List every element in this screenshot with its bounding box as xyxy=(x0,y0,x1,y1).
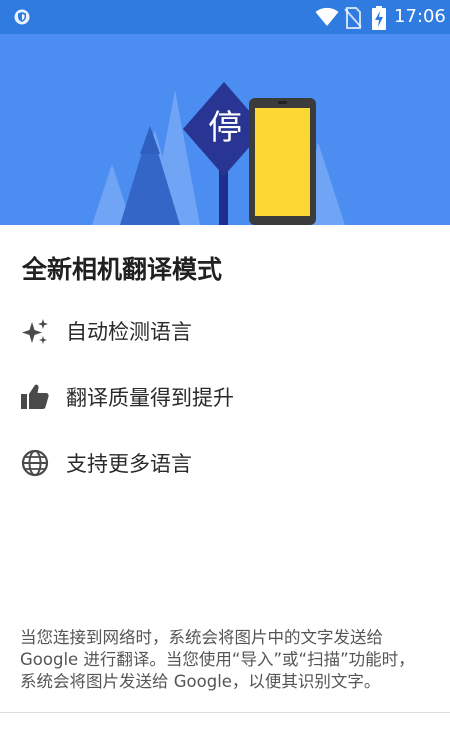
phone-speaker xyxy=(278,101,287,104)
thumbs-up-icon xyxy=(20,382,50,412)
status-bar: 17:06 xyxy=(0,0,450,34)
wifi-icon xyxy=(315,7,339,31)
battery-charging-icon xyxy=(372,6,386,34)
feature-label: 翻译质量得到提升 xyxy=(66,386,234,410)
sign-text: 停 xyxy=(208,108,242,148)
privacy-notice-line: Google 进行翻译。当您使用“导入”或“扫描”功能时， xyxy=(20,650,415,669)
sparkle-icon xyxy=(20,316,50,346)
privacy-notice-line: 系统会将图片发送给 Google，以便其识别文字。 xyxy=(20,672,381,691)
bottom-divider xyxy=(0,712,450,713)
feature-item-auto-detect: 自动检测语言 xyxy=(20,311,430,351)
phone-screen xyxy=(255,108,310,216)
page-title: 全新相机翻译模式 xyxy=(22,255,223,284)
privacy-notice-line: 当您连接到网络时，系统会将图片中的文字发送给 xyxy=(20,628,383,647)
privacy-notice: 当您连接到网络时，系统会将图片中的文字发送给 Google 进行翻译。当您使用“… xyxy=(20,627,432,693)
feature-item-quality: 翻译质量得到提升 xyxy=(20,377,430,417)
feature-item-languages: 支持更多语言 xyxy=(20,443,430,483)
feature-label: 支持更多语言 xyxy=(66,452,192,476)
clock: 17:06 xyxy=(394,6,446,27)
no-sim-icon xyxy=(344,7,362,33)
feature-label: 自动检测语言 xyxy=(66,320,192,344)
shield-icon xyxy=(14,9,30,29)
globe-icon xyxy=(20,448,50,478)
hero-illustration: 停 xyxy=(0,34,450,225)
